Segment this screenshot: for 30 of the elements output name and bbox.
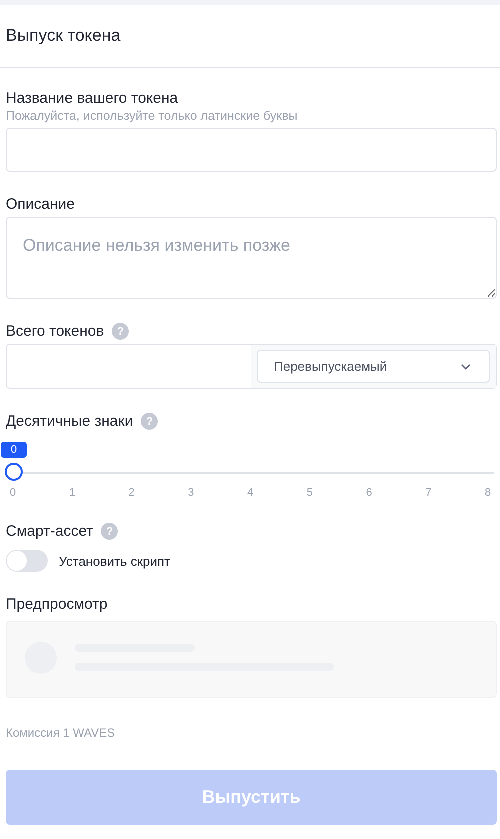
description-field[interactable]: Описание нельзя изменить позже (6, 217, 497, 299)
toggle-label: Установить скрипт (59, 554, 171, 568)
tick-label: 6 (365, 487, 374, 499)
tick-label: 3 (187, 487, 196, 499)
field-label: Название вашего токена (6, 90, 180, 107)
slider-thumb[interactable] (5, 463, 23, 481)
help-icon[interactable]: ? (141, 413, 158, 430)
tick-label: 7 (424, 487, 433, 499)
help-icon[interactable]: ? (112, 323, 130, 340)
reissuable-dropdown[interactable]: Перевыпускаемый (257, 350, 490, 383)
total-tokens-field[interactable]: Перевыпускаемый (6, 344, 497, 389)
toggle-switch[interactable] (6, 550, 48, 572)
fee-text: Комиссия 1 WAVES (6, 726, 116, 740)
slider-value-tooltip: 0 (1, 442, 27, 458)
tick-label: 5 (306, 487, 314, 499)
field-label: Смарт-ассет (6, 523, 94, 540)
tick-label: 1 (68, 487, 76, 499)
tick-label: 2 (128, 487, 136, 499)
token-name-field[interactable] (6, 128, 497, 172)
tick-label: 8 (484, 487, 492, 499)
field-label: Описание (6, 196, 76, 213)
help-icon[interactable]: ? (101, 523, 118, 540)
tick-label: 4 (246, 487, 255, 499)
tick-label: 0 (8, 487, 18, 499)
field-label: Десятичные знаки (6, 413, 134, 430)
chevron-down-icon (461, 364, 471, 370)
field-hint: Пожалуйста, используйте только латинские буквы (6, 109, 299, 123)
field-label: Предпросмотр (6, 596, 109, 613)
field-label: Всего токенов (6, 323, 104, 340)
page-title: Выпуск токена (6, 26, 121, 46)
